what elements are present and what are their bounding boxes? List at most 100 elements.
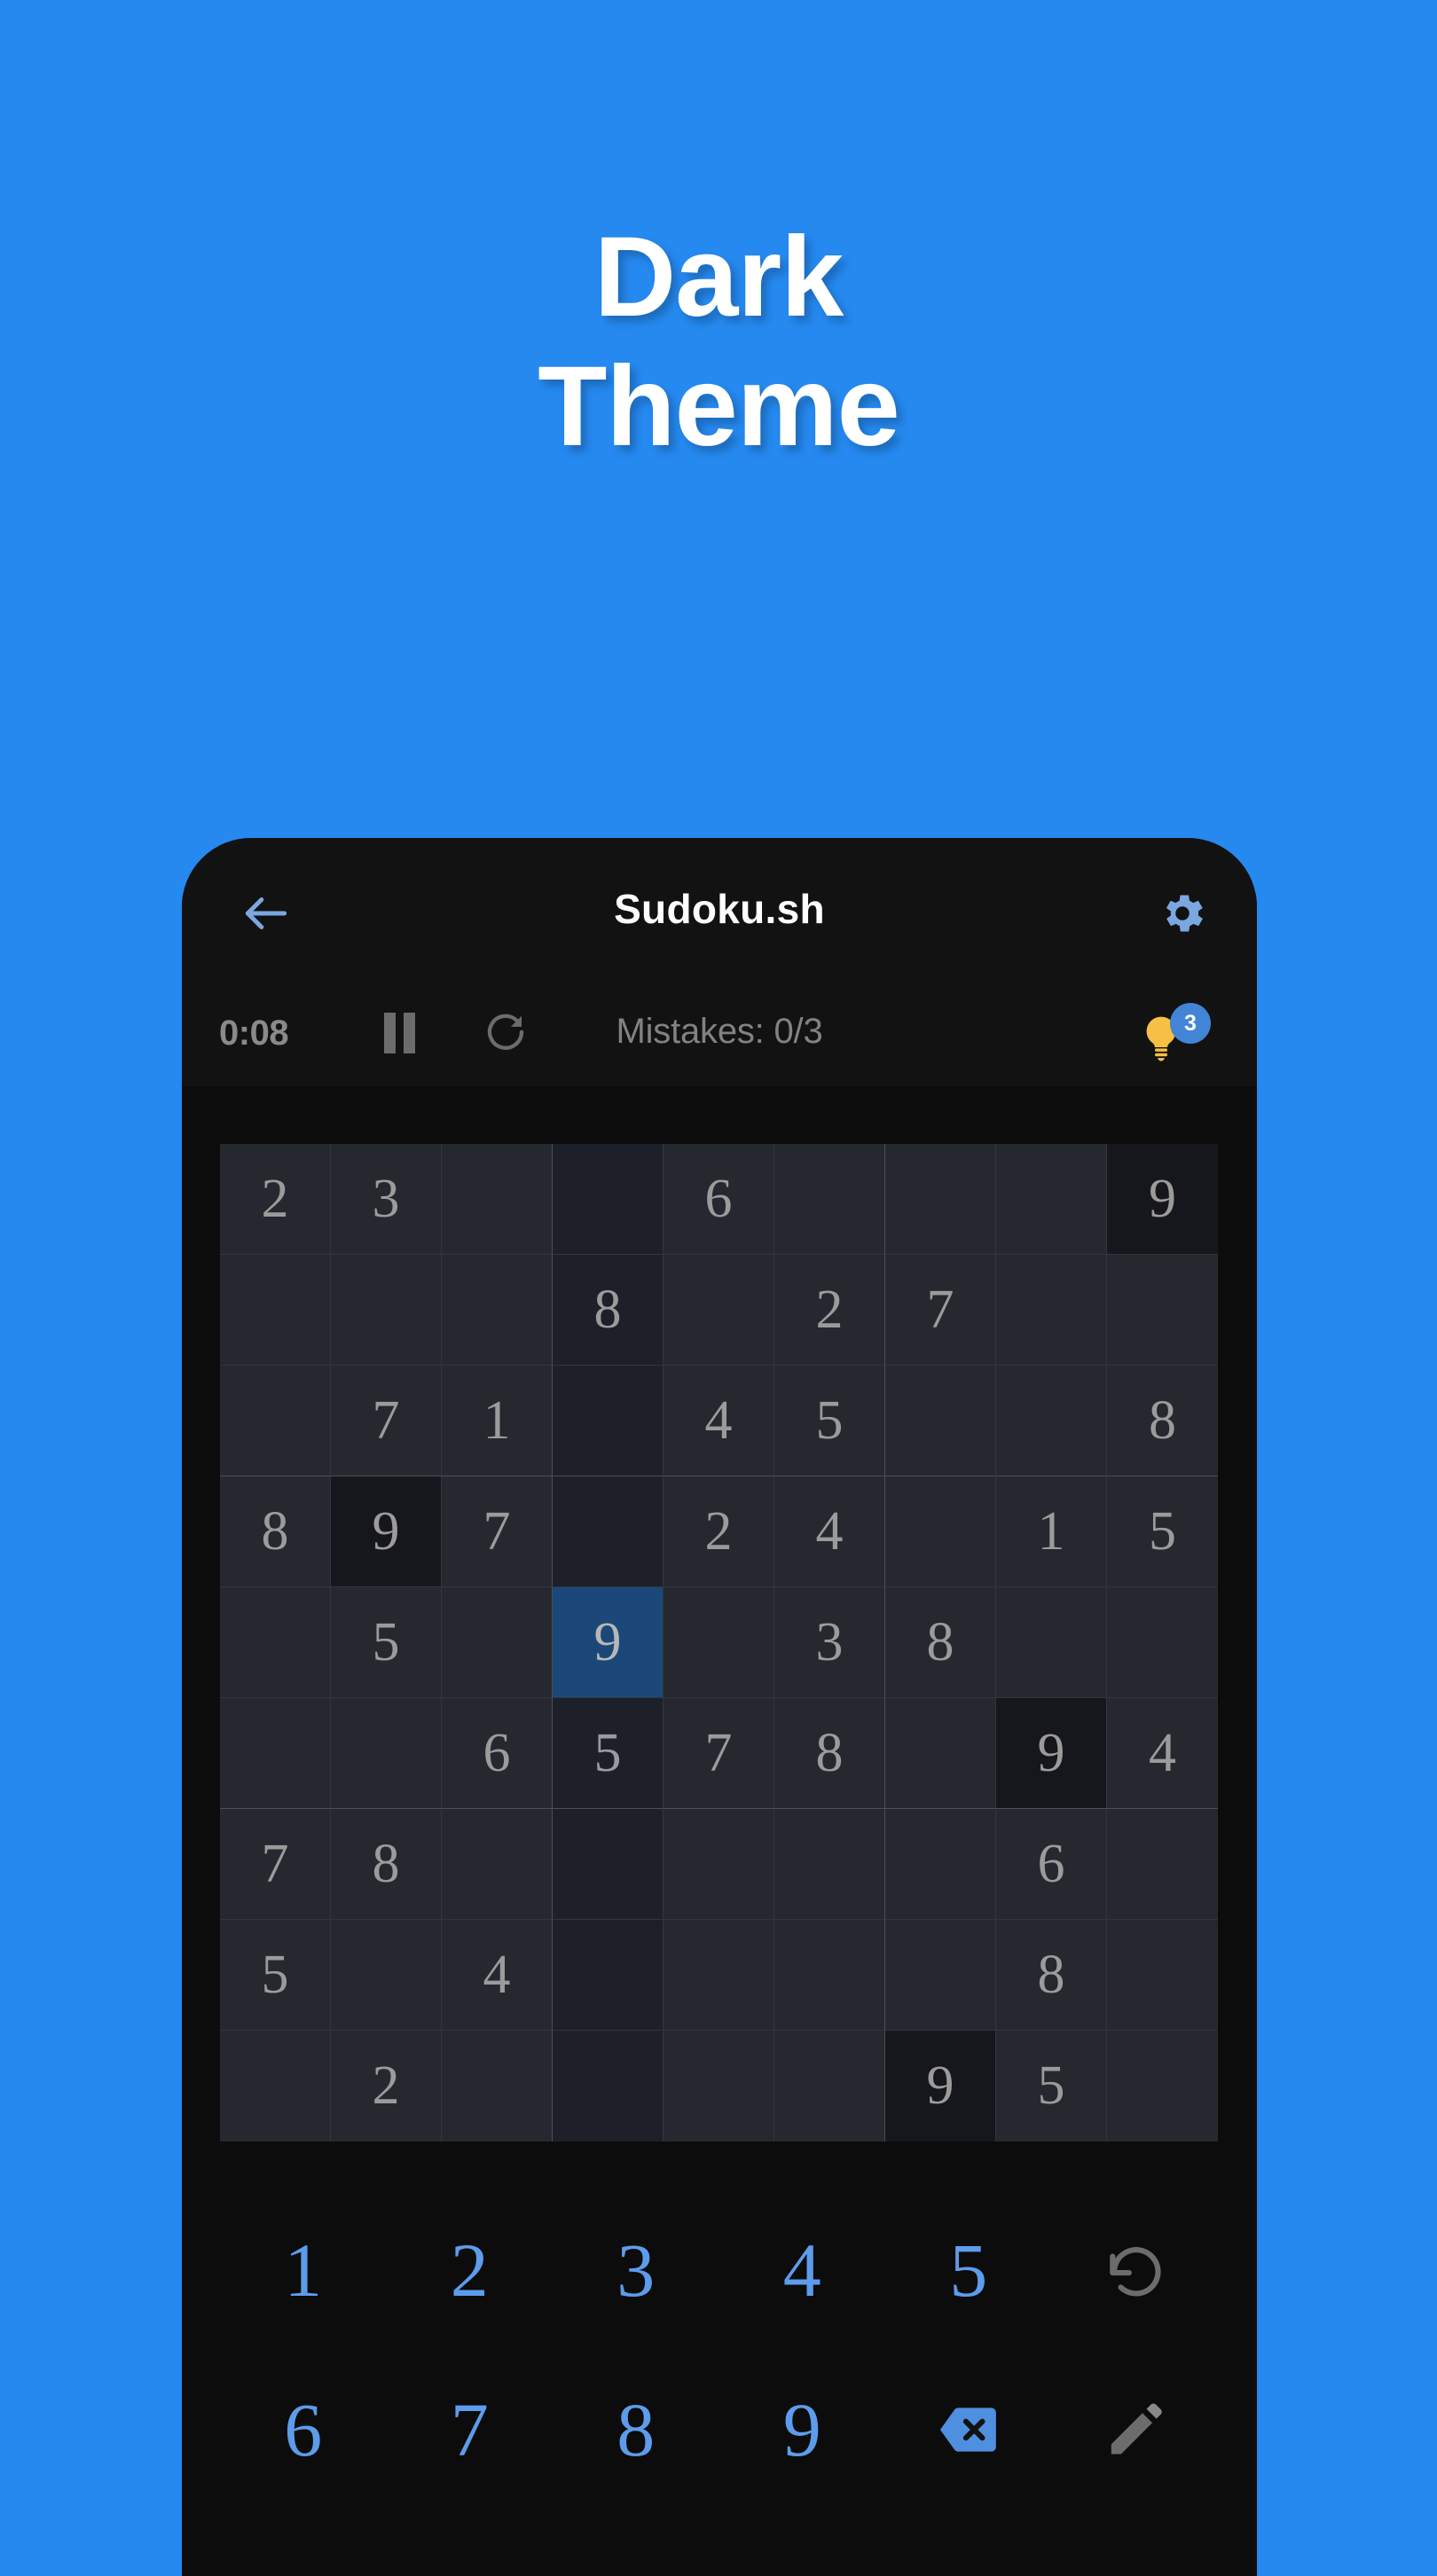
sudoku-cell-r2c3[interactable] xyxy=(442,1255,553,1366)
sudoku-cell-r9c6[interactable] xyxy=(774,2031,885,2141)
erase-button[interactable] xyxy=(885,2350,1052,2509)
numpad-key-1[interactable]: 1 xyxy=(220,2190,387,2350)
sudoku-cell-r3c9[interactable]: 8 xyxy=(1107,1366,1218,1476)
sudoku-cell-r4c1[interactable]: 8 xyxy=(220,1476,331,1587)
sudoku-cell-r6c1[interactable] xyxy=(220,1698,331,1809)
sudoku-cell-r5c9[interactable] xyxy=(1107,1587,1218,1698)
sudoku-cell-r5c8[interactable] xyxy=(996,1587,1107,1698)
sudoku-cell-r6c2[interactable] xyxy=(331,1698,442,1809)
sudoku-cell-r7c4[interactable] xyxy=(553,1809,664,1920)
sudoku-cell-r6c6[interactable]: 8 xyxy=(774,1698,885,1809)
sudoku-cell-r5c6[interactable]: 3 xyxy=(774,1587,885,1698)
sudoku-cell-r1c6[interactable] xyxy=(774,1144,885,1255)
sudoku-cell-r8c8[interactable]: 8 xyxy=(996,1920,1107,2031)
sudoku-cell-r3c2[interactable]: 7 xyxy=(331,1366,442,1476)
sudoku-cell-r9c9[interactable] xyxy=(1107,2031,1218,2141)
sudoku-cell-r8c4[interactable] xyxy=(553,1920,664,2031)
sudoku-cell-r6c5[interactable]: 7 xyxy=(664,1698,774,1809)
sudoku-cell-r3c3[interactable]: 1 xyxy=(442,1366,553,1476)
sudoku-cell-r2c2[interactable] xyxy=(331,1255,442,1366)
sudoku-cell-r8c3[interactable]: 4 xyxy=(442,1920,553,2031)
sudoku-cell-r2c5[interactable] xyxy=(664,1255,774,1366)
sudoku-cell-r4c5[interactable]: 2 xyxy=(664,1476,774,1587)
sudoku-cell-r8c9[interactable] xyxy=(1107,1920,1218,2031)
numpad-key-8[interactable]: 8 xyxy=(553,2350,719,2509)
sudoku-cell-r7c8[interactable]: 6 xyxy=(996,1809,1107,1920)
sudoku-cell-r4c4[interactable] xyxy=(553,1476,664,1587)
sudoku-cell-r6c4[interactable]: 5 xyxy=(553,1698,664,1809)
sudoku-cell-r1c2[interactable]: 3 xyxy=(331,1144,442,1255)
sudoku-cell-r9c5[interactable] xyxy=(664,2031,774,2141)
sudoku-cell-r3c1[interactable] xyxy=(220,1366,331,1476)
sudoku-cell-r8c1[interactable]: 5 xyxy=(220,1920,331,2031)
sudoku-cell-r5c3[interactable] xyxy=(442,1587,553,1698)
sudoku-cell-r2c6[interactable]: 2 xyxy=(774,1255,885,1366)
sudoku-cell-r2c7[interactable]: 7 xyxy=(885,1255,996,1366)
sudoku-cell-r8c7[interactable] xyxy=(885,1920,996,2031)
sudoku-cell-r9c8[interactable]: 5 xyxy=(996,2031,1107,2141)
sudoku-cell-r8c2[interactable] xyxy=(331,1920,442,2031)
numpad-key-5[interactable]: 5 xyxy=(885,2190,1052,2350)
sudoku-cell-r1c1[interactable]: 2 xyxy=(220,1144,331,1255)
sudoku-cell-r7c2[interactable]: 8 xyxy=(331,1809,442,1920)
sudoku-cell-r5c7[interactable]: 8 xyxy=(885,1587,996,1698)
numpad-key-2[interactable]: 2 xyxy=(387,2190,554,2350)
sudoku-cell-r4c9[interactable]: 5 xyxy=(1107,1476,1218,1587)
sudoku-cell-r7c1[interactable]: 7 xyxy=(220,1809,331,1920)
sudoku-cell-r7c6[interactable] xyxy=(774,1809,885,1920)
sudoku-cell-r7c7[interactable] xyxy=(885,1809,996,1920)
settings-button[interactable] xyxy=(1140,879,1225,948)
sudoku-cell-value: 3 xyxy=(372,1168,400,1229)
sudoku-cell-r8c6[interactable] xyxy=(774,1920,885,2031)
sudoku-cell-r2c8[interactable] xyxy=(996,1255,1107,1366)
sudoku-cell-r5c2[interactable]: 5 xyxy=(331,1587,442,1698)
sudoku-cell-r6c8[interactable]: 9 xyxy=(996,1698,1107,1809)
sudoku-cell-r1c7[interactable] xyxy=(885,1144,996,1255)
sudoku-cell-r2c4[interactable]: 8 xyxy=(553,1255,664,1366)
sudoku-cell-r1c3[interactable] xyxy=(442,1144,553,1255)
sudoku-cell-value: 9 xyxy=(926,2055,954,2116)
sudoku-cell-r5c4[interactable]: 9 xyxy=(553,1587,664,1698)
sudoku-cell-r8c5[interactable] xyxy=(664,1920,774,2031)
numpad-key-3[interactable]: 3 xyxy=(553,2190,719,2350)
numpad-key-4[interactable]: 4 xyxy=(719,2190,886,2350)
number-pad-row-2: 6 7 8 9 xyxy=(220,2350,1218,2509)
sudoku-cell-r1c4[interactable] xyxy=(553,1144,664,1255)
sudoku-cell-r9c4[interactable] xyxy=(553,2031,664,2141)
sudoku-cell-r7c9[interactable] xyxy=(1107,1809,1218,1920)
sudoku-cell-r2c9[interactable] xyxy=(1107,1255,1218,1366)
sudoku-cell-r4c2[interactable]: 9 xyxy=(331,1476,442,1587)
sudoku-cell-r4c8[interactable]: 1 xyxy=(996,1476,1107,1587)
sudoku-cell-r6c9[interactable]: 4 xyxy=(1107,1698,1218,1809)
sudoku-cell-r9c1[interactable] xyxy=(220,2031,331,2141)
sudoku-cell-r4c3[interactable]: 7 xyxy=(442,1476,553,1587)
sudoku-cell-r9c3[interactable] xyxy=(442,2031,553,2141)
sudoku-cell-r9c7[interactable]: 9 xyxy=(885,2031,996,2141)
sudoku-cell-r7c3[interactable] xyxy=(442,1809,553,1920)
sudoku-cell-r6c3[interactable]: 6 xyxy=(442,1698,553,1809)
notes-toggle-button[interactable] xyxy=(1052,2350,1219,2509)
sudoku-cell-r3c4[interactable] xyxy=(553,1366,664,1476)
sudoku-cell-r5c5[interactable] xyxy=(664,1587,774,1698)
sudoku-cell-r1c5[interactable]: 6 xyxy=(664,1144,774,1255)
sudoku-cell-r1c9[interactable]: 9 xyxy=(1107,1144,1218,1255)
sudoku-cell-r5c1[interactable] xyxy=(220,1587,331,1698)
numpad-key-7[interactable]: 7 xyxy=(387,2350,554,2509)
sudoku-cell-r9c2[interactable]: 2 xyxy=(331,2031,442,2141)
sudoku-cell-r4c6[interactable]: 4 xyxy=(774,1476,885,1587)
sudoku-cell-r3c7[interactable] xyxy=(885,1366,996,1476)
sudoku-cell-r2c1[interactable] xyxy=(220,1255,331,1366)
sudoku-cell-r3c8[interactable] xyxy=(996,1366,1107,1476)
sudoku-cell-r4c7[interactable] xyxy=(885,1476,996,1587)
sudoku-board[interactable]: 2 3 6 9 8 2 7 7 1 4 5 8 8 9 7 2 4 1 5 5 9 3 8 6 5 7 8 9 4 7 8 6 5 4 8 2 9 5 xyxy=(220,1144,1218,2141)
numpad-key-9[interactable]: 9 xyxy=(719,2350,886,2509)
numpad-key-6[interactable]: 6 xyxy=(220,2350,387,2509)
sudoku-cell-r3c5[interactable]: 4 xyxy=(664,1366,774,1476)
hint-button[interactable]: 3 xyxy=(1127,1003,1213,1069)
sudoku-cell-r3c6[interactable]: 5 xyxy=(774,1366,885,1476)
sudoku-cell-r7c5[interactable] xyxy=(664,1809,774,1920)
sudoku-cell-value: 2 xyxy=(372,2055,400,2116)
sudoku-cell-r6c7[interactable] xyxy=(885,1698,996,1809)
undo-button[interactable] xyxy=(1052,2190,1219,2350)
sudoku-cell-r1c8[interactable] xyxy=(996,1144,1107,1255)
